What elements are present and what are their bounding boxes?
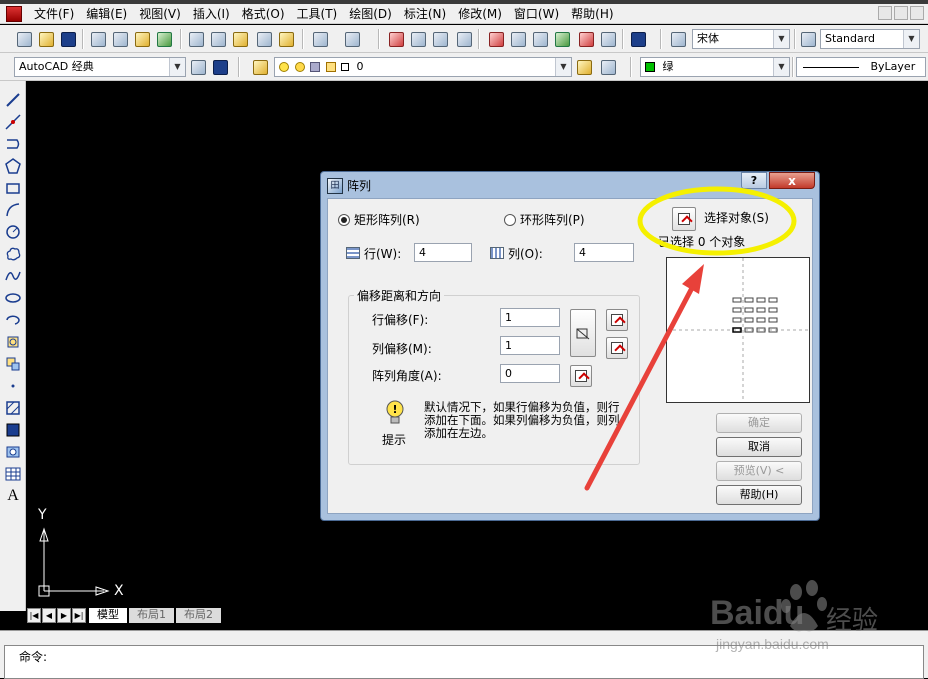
highlight-ellipse bbox=[637, 186, 797, 256]
watermark-brand: Baidu bbox=[710, 594, 805, 632]
watermark-brand-cn: 经验 bbox=[826, 606, 879, 636]
watermark-url: jingyan.baidu.com bbox=[716, 636, 829, 652]
red-arrow bbox=[584, 264, 704, 491]
baidu-watermark: Baidu 经验 jingyan.baidu.com bbox=[704, 574, 924, 658]
